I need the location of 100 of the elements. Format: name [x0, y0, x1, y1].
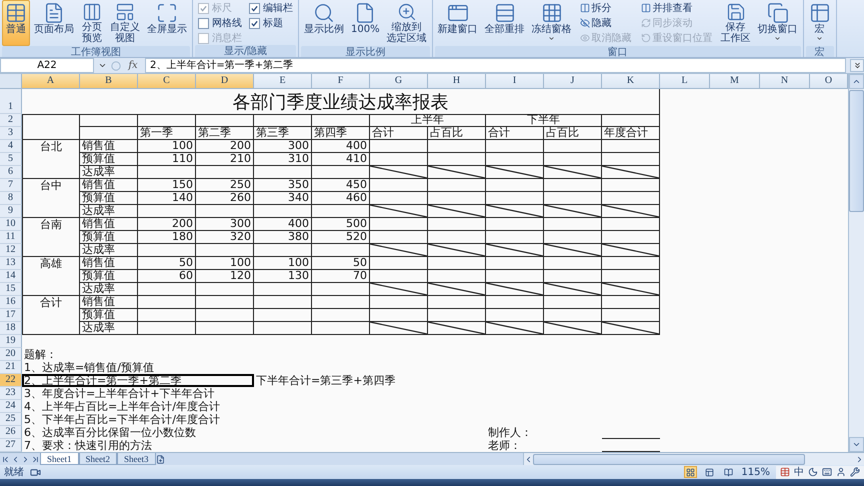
table-cell: 520 [312, 231, 370, 244]
ribbon-button[interactable]: 拆分 [578, 1, 633, 15]
row-header[interactable]: 15 [0, 283, 22, 296]
ribbon-button[interactable]: 宏 [806, 0, 834, 46]
column-header[interactable]: C [138, 74, 196, 90]
row-header[interactable]: 12 [0, 244, 22, 258]
sheet-tab[interactable]: Sheet2 [78, 453, 117, 466]
formula-field[interactable]: 2、上半年合计=第一季+第二季 [145, 58, 846, 74]
ribbon-button[interactable]: 自定义 视图 [107, 0, 143, 46]
column-header[interactable]: G [370, 74, 428, 90]
column-header[interactable]: F [312, 74, 370, 90]
row-header[interactable]: 14 [0, 270, 22, 284]
checkbox-label: 网格线 [212, 16, 242, 30]
function-button[interactable]: fx [125, 60, 141, 72]
row-header[interactable]: 25 [0, 413, 22, 426]
row-header[interactable]: 13 [0, 257, 22, 270]
ime-mode[interactable]: 中 [794, 465, 804, 480]
row-header[interactable]: 27 [0, 439, 22, 452]
table-cell: 300 [254, 140, 312, 154]
table-cell: 50 [138, 257, 196, 270]
row-header[interactable]: 2 [0, 114, 22, 128]
name-box[interactable]: A22 [0, 58, 94, 74]
group-label: 宏 [806, 46, 834, 58]
row-header[interactable]: 24 [0, 400, 22, 414]
group-label: 工作簿视图 [2, 46, 190, 58]
table-cell: 310 [254, 153, 312, 166]
row-header[interactable]: 1 [0, 89, 22, 114]
table-cell: 200 [196, 140, 254, 154]
row-header[interactable]: 9 [0, 205, 22, 218]
column-header[interactable]: O [810, 74, 848, 90]
column-header[interactable]: A [22, 74, 80, 90]
column-header[interactable]: D [196, 74, 254, 90]
ribbon-button[interactable]: 并排查看 [640, 1, 714, 15]
column-header[interactable]: M [710, 74, 760, 90]
table-cell: 400 [254, 218, 312, 232]
column-header[interactable]: K [602, 74, 660, 90]
ribbon-button[interactable]: 页面布局 [31, 0, 77, 46]
column-header[interactable]: J [544, 74, 602, 90]
table-cell-text: 5、下半年占百比=下半年合计/年度合计 [23, 413, 221, 426]
row-header[interactable]: 7 [0, 179, 22, 192]
table-header: 第四季 [312, 127, 370, 140]
column-header[interactable]: B [80, 74, 138, 90]
checkbox-label: 标题 [263, 16, 283, 30]
row-header[interactable]: 21 [0, 361, 22, 374]
ribbon-button[interactable]: 新建窗口 [434, 0, 481, 46]
table-cell: 台北 [22, 140, 80, 154]
table-cell: 台中 [22, 179, 80, 192]
column-header[interactable]: E [254, 74, 312, 90]
ribbon-button[interactable]: 全部重排 [482, 0, 528, 46]
row-header[interactable]: 17 [0, 309, 22, 322]
table-cell-text: 6、达成率百分比保留一位小数位数 [23, 426, 197, 440]
table-cell: 320 [196, 231, 254, 244]
column-header[interactable]: N [760, 74, 810, 90]
ribbon-button[interactable]: 冻结窗格 [528, 0, 575, 46]
table-cell: 340 [254, 192, 312, 206]
table-cell: 260 [196, 192, 254, 206]
table-header: 第二季 [196, 127, 254, 140]
table-header: 第三季 [254, 127, 312, 140]
row-header[interactable]: 6 [0, 166, 22, 180]
ribbon-button[interactable]: 保存 工作区 [718, 0, 754, 46]
row-header[interactable]: 8 [0, 192, 22, 206]
row-header[interactable]: 19 [0, 335, 22, 348]
zoom-level[interactable]: 115% [741, 466, 770, 478]
group-label: 窗口 [434, 46, 801, 58]
row-header[interactable]: 11 [0, 231, 22, 244]
table-cell: 110 [138, 153, 196, 166]
row-header[interactable]: 18 [0, 322, 22, 336]
table-cell: 销售值 [80, 296, 138, 310]
row-header[interactable]: 16 [0, 296, 22, 310]
column-header[interactable]: I [486, 74, 544, 90]
ribbon-button[interactable]: 全屏显示 [144, 0, 190, 46]
sheet-tab[interactable]: Sheet3 [117, 453, 156, 466]
row-header[interactable]: 5 [0, 153, 22, 166]
sheet-tab[interactable]: Sheet1 [40, 453, 78, 466]
row-header[interactable]: 10 [0, 218, 22, 232]
column-header[interactable]: L [660, 74, 710, 90]
table-cell: 70 [312, 270, 370, 284]
row-header[interactable]: 4 [0, 140, 22, 154]
row-header[interactable]: 3 [0, 127, 22, 140]
ribbon-button[interactable]: 缩放到 选定区域 [384, 0, 430, 46]
ribbon-button[interactable]: 隐藏 [578, 16, 633, 30]
ribbon-button[interactable]: 切换窗口 [754, 0, 801, 46]
group-label: 显示/隐藏 [195, 45, 296, 58]
table-cell-text: 老师： [487, 439, 522, 452]
ribbon-button[interactable]: 显示比例 [301, 0, 347, 46]
table-cell: 100 [254, 257, 312, 270]
ribbon-button[interactable]: 100% [348, 0, 383, 46]
table-cell: 50 [312, 257, 370, 270]
table-cell: 达成率 [80, 166, 138, 180]
table-cell: 预算值 [80, 153, 138, 166]
ribbon-button[interactable]: 普通 [2, 0, 30, 46]
row-header[interactable]: 20 [0, 348, 22, 362]
ribbon-button[interactable]: 分页 预览 [78, 0, 106, 46]
row-header[interactable]: 26 [0, 426, 22, 440]
table-cell: 达成率 [80, 205, 138, 218]
column-header[interactable]: H [428, 74, 486, 90]
table-cell: 高雄 [22, 257, 80, 270]
row-header[interactable]: 22 [0, 374, 22, 388]
row-header[interactable]: 23 [0, 387, 22, 400]
table-cell-text: 制作人： [487, 426, 533, 440]
